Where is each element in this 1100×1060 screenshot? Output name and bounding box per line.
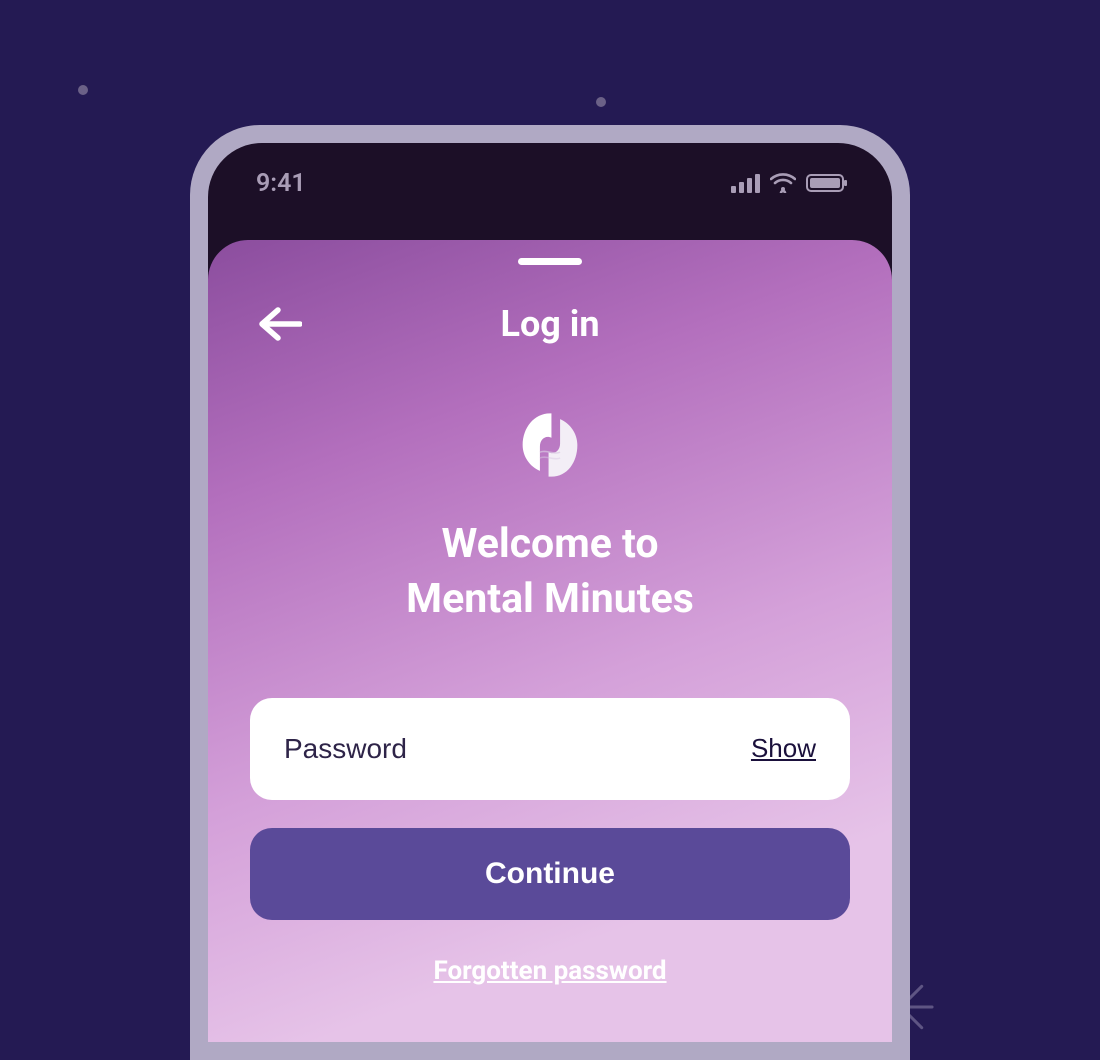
continue-button[interactable]: Continue bbox=[250, 828, 850, 920]
status-indicators bbox=[731, 173, 844, 193]
status-time: 9:41 bbox=[256, 169, 306, 198]
app-logo-icon bbox=[514, 409, 586, 481]
login-sheet: Log in Welcome to Mental Minutes Show Co… bbox=[208, 240, 892, 1042]
phone-frame: 9:41 Log in bbox=[190, 125, 910, 1060]
wifi-icon bbox=[770, 173, 796, 193]
forgotten-password-link[interactable]: Forgotten password bbox=[250, 956, 850, 986]
password-input[interactable] bbox=[284, 733, 737, 765]
password-field-container: Show bbox=[250, 698, 850, 800]
show-password-button[interactable]: Show bbox=[751, 733, 816, 764]
background-dot bbox=[596, 97, 606, 107]
back-button[interactable] bbox=[254, 298, 306, 350]
welcome-line-2: Mental Minutes bbox=[406, 575, 694, 623]
welcome-heading: Welcome to Mental Minutes bbox=[406, 517, 694, 628]
sheet-grabber[interactable] bbox=[518, 258, 582, 265]
arrow-left-icon bbox=[258, 306, 302, 342]
page-title: Log in bbox=[500, 303, 599, 345]
cellular-icon bbox=[731, 174, 760, 193]
status-bar: 9:41 bbox=[208, 143, 892, 223]
welcome-line-1: Welcome to bbox=[441, 520, 658, 568]
sheet-header: Log in bbox=[208, 303, 892, 345]
battery-icon bbox=[806, 174, 844, 192]
phone-screen: 9:41 Log in bbox=[208, 143, 892, 1042]
login-form: Show Continue Forgotten password bbox=[208, 698, 892, 986]
background-dot bbox=[78, 85, 88, 95]
